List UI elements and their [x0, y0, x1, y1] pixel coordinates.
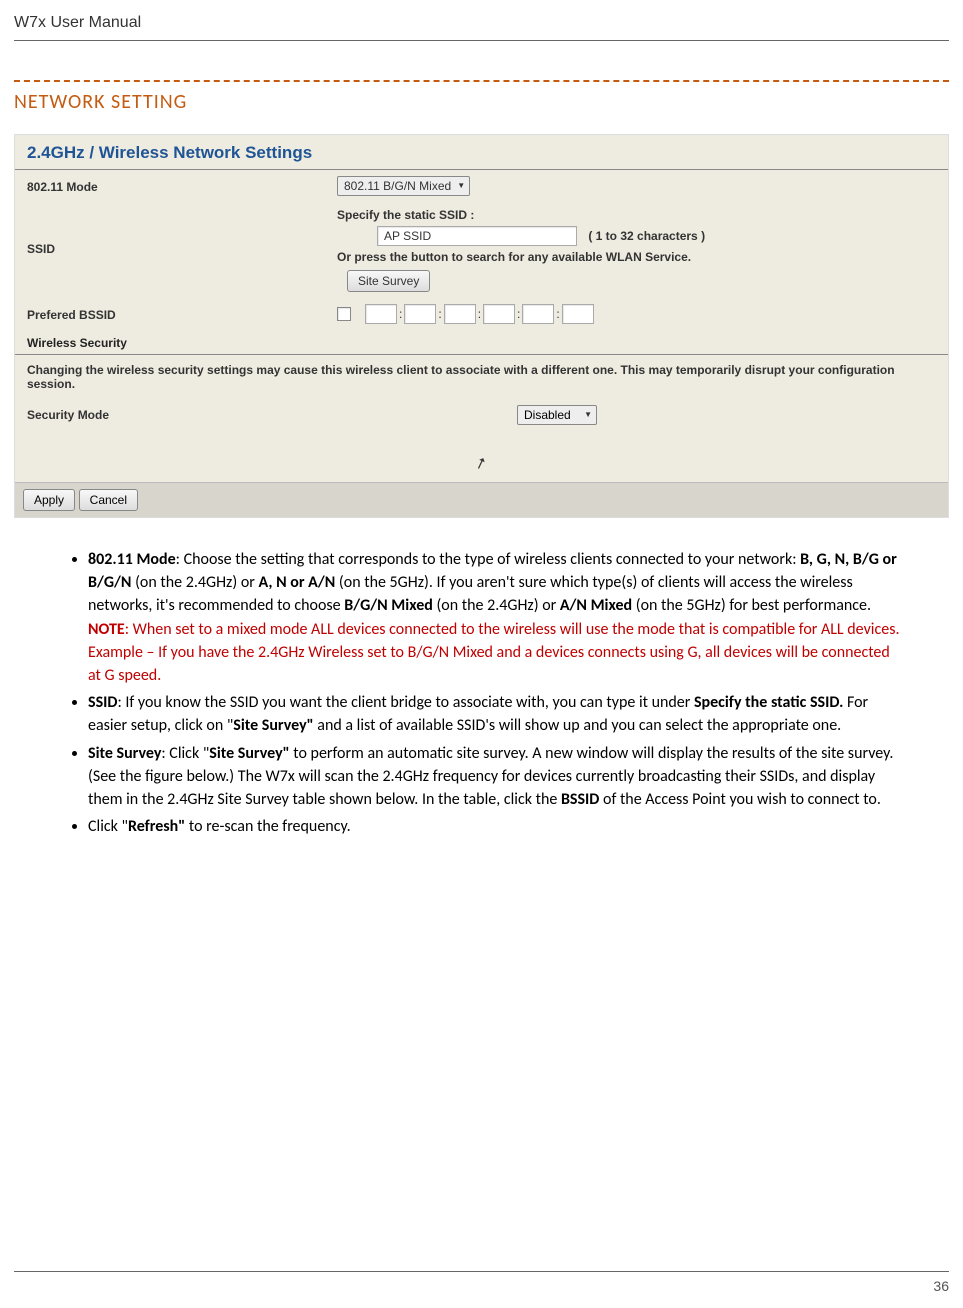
section-heading: NETWORK SETTING	[14, 80, 949, 122]
mac-octet-4[interactable]	[483, 304, 515, 324]
router-settings-screenshot: 2.4GHz / Wireless Network Settings 802.1…	[14, 134, 949, 518]
ssid-or-text: Or press the button to search for any av…	[337, 250, 936, 264]
button-bar: Apply Cancel	[15, 482, 948, 517]
manual-title: W7x User Manual	[14, 14, 141, 31]
dropdown-security-mode[interactable]: Disabled	[517, 405, 597, 425]
mac-octet-5[interactable]	[522, 304, 554, 324]
row-bssid: Prefered BSSID : : : : :	[15, 298, 948, 330]
label-80211-mode: 802.11 Mode	[27, 176, 337, 194]
control-bssid: : : : : :	[337, 304, 936, 324]
ssid-specify-label: Specify the static SSID :	[337, 208, 936, 222]
cursor-area: ⭧	[15, 435, 948, 482]
router-body: 802.11 Mode 802.11 B/G/N Mixed SSID Spec…	[15, 170, 948, 517]
site-survey-button[interactable]: Site Survey	[347, 270, 430, 292]
bssid-checkbox[interactable]	[337, 307, 351, 321]
cursor-icon: ⭧	[473, 454, 489, 475]
bullet-site-survey: Site Survey: Click "Site Survey" to perf…	[88, 742, 905, 812]
label-bssid: Prefered BSSID	[27, 304, 337, 322]
ssid-hint: ( 1 to 32 characters )	[588, 229, 705, 243]
label-ssid: SSID	[27, 208, 337, 256]
bullet-ssid: SSID: If you know the SSID you want the …	[88, 691, 905, 737]
page-footer: 36	[14, 1271, 949, 1294]
bullet-refresh: Click "Refresh" to re-scan the frequency…	[88, 815, 905, 838]
mac-octet-2[interactable]	[404, 304, 436, 324]
mac-octet-6[interactable]	[562, 304, 594, 324]
page-header: W7x User Manual	[14, 14, 949, 41]
security-warning: Changing the wireless security settings …	[15, 355, 948, 399]
apply-button[interactable]: Apply	[23, 489, 75, 511]
row-ssid: SSID Specify the static SSID : AP SSID (…	[15, 202, 948, 298]
dropdown-80211-mode[interactable]: 802.11 B/G/N Mixed	[337, 176, 470, 196]
bullet-80211-mode: 802.11 Mode: Choose the setting that cor…	[88, 548, 905, 687]
cancel-button[interactable]: Cancel	[79, 489, 138, 511]
mac-octet-3[interactable]	[444, 304, 476, 324]
control-security-mode: Disabled	[517, 405, 597, 425]
label-security-mode: Security Mode	[27, 408, 517, 422]
bullet-list: 802.11 Mode: Choose the setting that cor…	[14, 548, 949, 838]
row-80211-mode: 802.11 Mode 802.11 B/G/N Mixed	[15, 170, 948, 202]
page-number: 36	[933, 1278, 949, 1294]
mac-octet-1[interactable]	[365, 304, 397, 324]
ssid-input-row: AP SSID ( 1 to 32 characters )	[377, 226, 936, 246]
control-80211-mode: 802.11 B/G/N Mixed	[337, 176, 936, 196]
input-ssid[interactable]: AP SSID	[377, 226, 577, 246]
control-ssid: Specify the static SSID : AP SSID ( 1 to…	[337, 208, 936, 292]
router-title: 2.4GHz / Wireless Network Settings	[15, 135, 948, 170]
row-security-mode: Security Mode Disabled	[15, 399, 948, 435]
content: NETWORK SETTING 2.4GHz / Wireless Networ…	[14, 80, 949, 842]
wireless-security-heading: Wireless Security	[15, 330, 948, 355]
